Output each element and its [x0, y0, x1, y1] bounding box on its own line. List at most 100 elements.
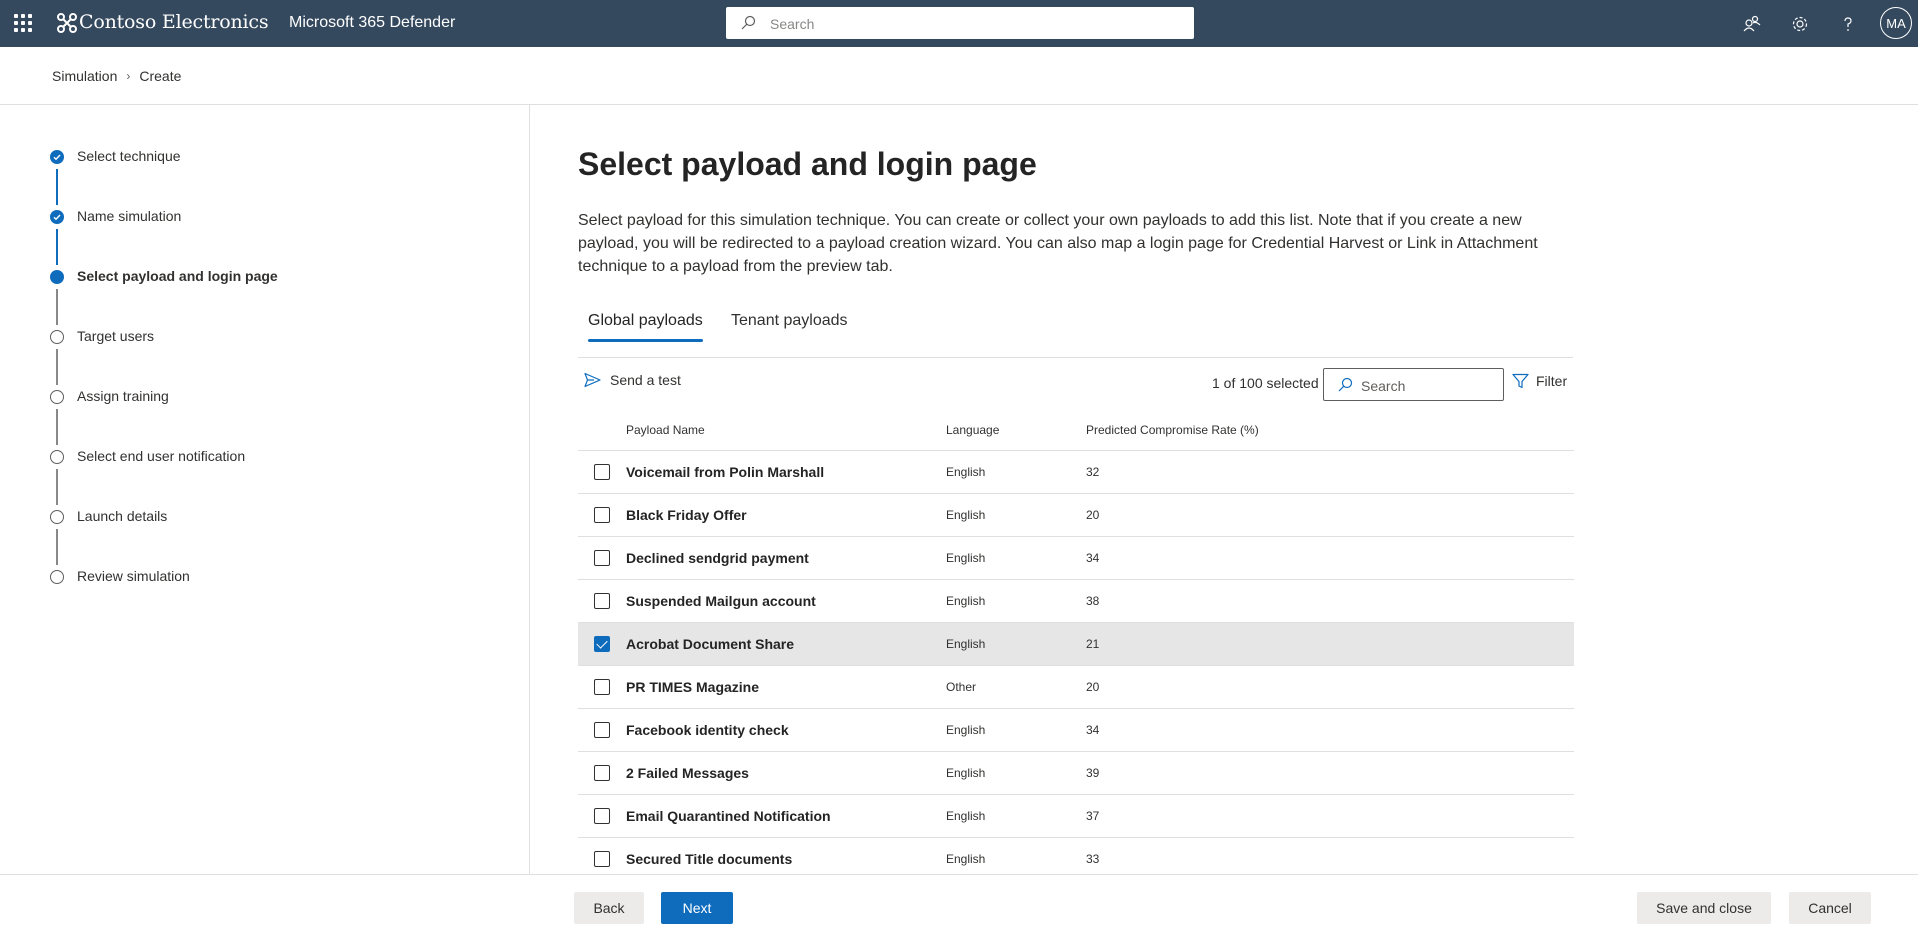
row-checkbox[interactable] [594, 765, 610, 781]
tab-active-indicator [588, 339, 703, 342]
settings-gear-icon[interactable] [1784, 0, 1816, 47]
empty-circle-icon [50, 390, 64, 404]
app-launcher-icon[interactable] [14, 14, 32, 32]
payload-name: Suspended Mailgun account [626, 593, 816, 609]
back-button[interactable]: Back [574, 892, 644, 924]
step-connector [56, 469, 58, 505]
column-header-compromise-rate[interactable]: Predicted Compromise Rate (%) [1086, 423, 1259, 437]
step-launch-details[interactable]: Launch details [0, 505, 400, 529]
tab-label: Tenant payloads [731, 312, 848, 329]
row-checkbox[interactable] [594, 464, 610, 480]
payload-name: Secured Title documents [626, 851, 793, 867]
tab-global-payloads[interactable]: Global payloads [588, 312, 703, 342]
empty-circle-icon [50, 330, 64, 344]
step-select-payload[interactable]: Select payload and login page [0, 265, 400, 289]
payload-language: English [946, 637, 986, 651]
help-icon[interactable] [1832, 0, 1864, 47]
page-title: Select payload and login page [578, 146, 1037, 182]
payload-language: English [946, 723, 986, 737]
payload-language: English [946, 594, 986, 608]
send-icon [584, 372, 601, 388]
step-label: Select payload and login page [77, 268, 278, 284]
top-bar: Contoso Electronics Microsoft 365 Defend… [0, 0, 1918, 47]
product-name[interactable]: Microsoft 365 Defender [289, 14, 455, 32]
table-row[interactable]: Suspended Mailgun account English 38 [578, 580, 1574, 623]
payload-rate: 37 [1086, 809, 1100, 823]
step-connector [56, 289, 58, 325]
step-review-simulation[interactable]: Review simulation [0, 565, 400, 589]
row-checkbox[interactable] [594, 722, 610, 738]
row-checkbox[interactable] [594, 851, 610, 867]
step-label: Select end user notification [77, 448, 246, 464]
breadcrumb-bar: Simulation › Create [0, 47, 1918, 105]
step-label: Review simulation [77, 568, 190, 584]
row-checkbox[interactable] [594, 507, 610, 523]
column-header-payload-name[interactable]: Payload Name [626, 423, 705, 437]
payload-rate: 32 [1086, 465, 1100, 479]
breadcrumb-create[interactable]: Create [139, 68, 181, 84]
payload-name: 2 Failed Messages [626, 765, 749, 781]
payload-language: English [946, 508, 986, 522]
payload-rate: 21 [1086, 637, 1100, 651]
table-row[interactable]: Facebook identity check English 34 [578, 709, 1574, 752]
step-connector [56, 409, 58, 445]
check-circle-icon [50, 150, 64, 164]
payload-tabs: Global payloads Tenant payloads [578, 308, 1573, 358]
breadcrumb-simulation[interactable]: Simulation [52, 68, 117, 84]
cancel-button[interactable]: Cancel [1789, 892, 1871, 924]
step-connector [56, 169, 58, 205]
payload-name: Voicemail from Polin Marshall [626, 464, 825, 480]
table-row[interactable]: PR TIMES Magazine Other 20 [578, 666, 1574, 709]
check-circle-icon [50, 210, 64, 224]
table-row-selected[interactable]: Acrobat Document Share English 21 [578, 623, 1574, 666]
global-search-input[interactable]: Search [726, 7, 1194, 39]
tab-tenant-payloads[interactable]: Tenant payloads [731, 312, 848, 342]
page-description: Select payload for this simulation techn… [578, 212, 1538, 275]
step-select-technique[interactable]: Select technique [0, 145, 400, 169]
step-connector [56, 529, 58, 565]
table-header: Payload Name Language Predicted Compromi… [578, 408, 1574, 451]
wizard-steps: Select technique Name simulation Select … [0, 105, 530, 874]
payload-rate: 20 [1086, 680, 1100, 694]
table-row[interactable]: Email Quarantined Notification English 3… [578, 795, 1574, 838]
table-row[interactable]: Declined sendgrid payment English 34 [578, 537, 1574, 580]
column-header-language[interactable]: Language [946, 423, 999, 437]
table-row[interactable]: 2 Failed Messages English 39 [578, 752, 1574, 795]
breadcrumb: Simulation › Create [52, 68, 181, 84]
user-avatar[interactable]: MA [1880, 7, 1912, 39]
save-and-close-button[interactable]: Save and close [1637, 892, 1771, 924]
brand-name: Contoso Electronics [79, 11, 269, 33]
payload-rate: 39 [1086, 766, 1100, 780]
row-checkbox[interactable] [594, 808, 610, 824]
community-icon[interactable] [1736, 0, 1768, 47]
row-checkbox[interactable] [594, 679, 610, 695]
step-end-user-notification[interactable]: Select end user notification [0, 445, 400, 469]
search-icon [1338, 377, 1353, 392]
table-search-input[interactable]: Search [1323, 368, 1504, 401]
row-checkbox[interactable] [594, 550, 610, 566]
payload-rate: 34 [1086, 723, 1100, 737]
payload-language: English [946, 852, 986, 866]
step-name-simulation[interactable]: Name simulation [0, 205, 400, 229]
payload-language: English [946, 551, 986, 565]
send-test-button[interactable]: Send a test [584, 372, 681, 388]
empty-circle-icon [50, 450, 64, 464]
row-checkbox[interactable] [594, 593, 610, 609]
row-checkbox-checked[interactable] [594, 636, 610, 652]
empty-circle-icon [50, 510, 64, 524]
table-row[interactable]: Black Friday Offer English 20 [578, 494, 1574, 537]
filter-icon [1512, 373, 1529, 389]
empty-circle-icon [50, 570, 64, 584]
step-target-users[interactable]: Target users [0, 325, 400, 349]
filter-button[interactable]: Filter [1512, 373, 1567, 389]
next-button[interactable]: Next [661, 892, 733, 924]
payload-name: Email Quarantined Notification [626, 808, 831, 824]
step-assign-training[interactable]: Assign training [0, 385, 400, 409]
payload-name: Facebook identity check [626, 722, 789, 738]
search-placeholder: Search [1361, 378, 1406, 394]
payload-language: Other [946, 680, 977, 694]
payload-language: English [946, 766, 986, 780]
payload-language: English [946, 465, 986, 479]
table-row[interactable]: Voicemail from Polin Marshall English 32 [578, 451, 1574, 494]
chevron-right-icon: › [126, 69, 131, 83]
